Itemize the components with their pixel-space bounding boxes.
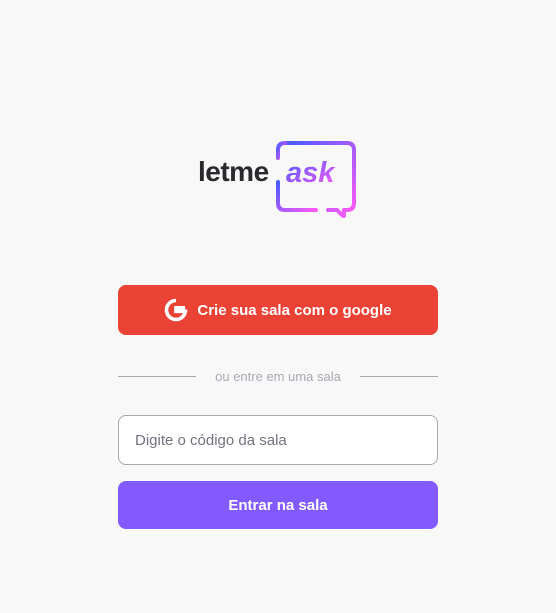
separator-line-right: [359, 375, 438, 377]
room-code-input[interactable]: [118, 415, 438, 465]
separator-line-left: [118, 375, 196, 377]
app-logo: letme ask: [196, 141, 358, 219]
create-room-google-button[interactable]: Crie sua sala com o google: [118, 285, 438, 335]
enter-room-label: Entrar na sala: [228, 496, 328, 514]
logo-word-accent: ask: [286, 157, 336, 189]
separator: ou entre em uma sala: [118, 366, 438, 386]
enter-room-button[interactable]: Entrar na sala: [118, 481, 438, 529]
google-icon: [164, 298, 188, 322]
create-room-google-label: Crie sua sala com o google: [197, 301, 392, 319]
logo-word-primary: letme: [198, 156, 269, 187]
separator-text: ou entre em uma sala: [215, 368, 341, 384]
